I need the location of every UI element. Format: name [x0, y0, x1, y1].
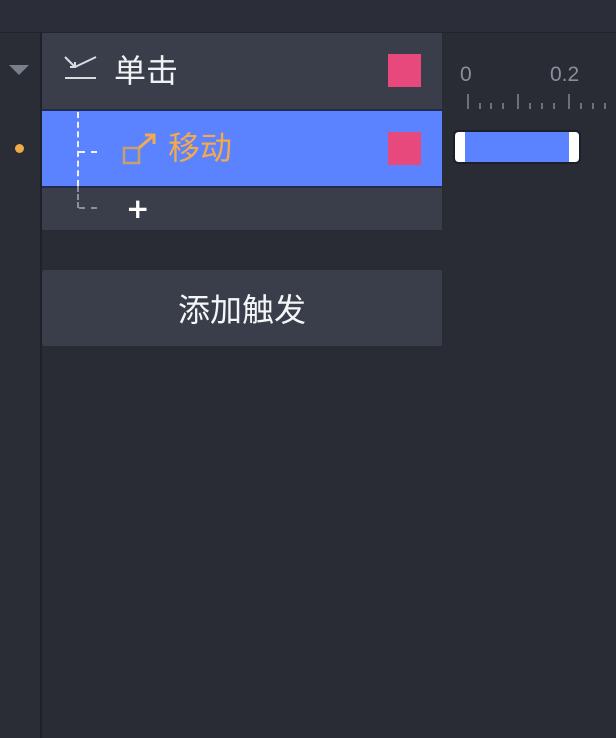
trigger-label: 单击 — [114, 52, 179, 90]
action-color-swatch[interactable] — [388, 132, 421, 165]
ruler-tick — [580, 103, 582, 109]
left-gutter — [0, 33, 42, 738]
ruler-tick — [479, 103, 481, 109]
clip-end-handle[interactable] — [569, 132, 579, 162]
move-icon — [122, 133, 156, 165]
ruler-label: 0.2 — [550, 63, 580, 86]
ruler-tick — [604, 103, 606, 109]
ruler-tick — [592, 103, 594, 109]
ruler-tick — [541, 103, 543, 109]
triangle-down-icon[interactable] — [9, 65, 29, 75]
top-toolbar-strip — [0, 0, 616, 33]
tree-connector-line — [79, 207, 97, 209]
ruler-tick — [502, 103, 504, 109]
keyframe-dot — [15, 144, 24, 153]
ruler-tick — [467, 94, 469, 109]
ruler-tick — [529, 103, 531, 109]
ruler-tick — [568, 94, 570, 109]
ruler-tick — [517, 94, 519, 109]
timeline-ruler[interactable]: 0 0.2 — [444, 33, 616, 109]
action-timeline-clip[interactable] — [453, 130, 581, 164]
animation-editor: 单击 移动 + 添加触发 0 0.2 — [0, 0, 616, 738]
tree-connector-line — [77, 112, 79, 186]
add-action-row[interactable]: + — [42, 188, 442, 230]
clip-start-handle[interactable] — [455, 132, 465, 162]
ruler-label: 0 — [460, 63, 472, 86]
click-trigger-icon — [64, 56, 97, 79]
add-trigger-button[interactable]: 添加触发 — [42, 270, 442, 346]
plus-icon[interactable]: + — [126, 194, 149, 224]
ruler-tick — [553, 103, 555, 109]
action-row-move[interactable]: 移动 — [42, 110, 442, 187]
action-label: 移动 — [168, 129, 233, 167]
trigger-row-click[interactable]: 单击 — [42, 33, 442, 109]
tree-connector-line — [77, 186, 79, 208]
trigger-color-swatch[interactable] — [388, 54, 421, 87]
tree-connector-line — [79, 151, 97, 153]
ruler-tick — [490, 103, 492, 109]
